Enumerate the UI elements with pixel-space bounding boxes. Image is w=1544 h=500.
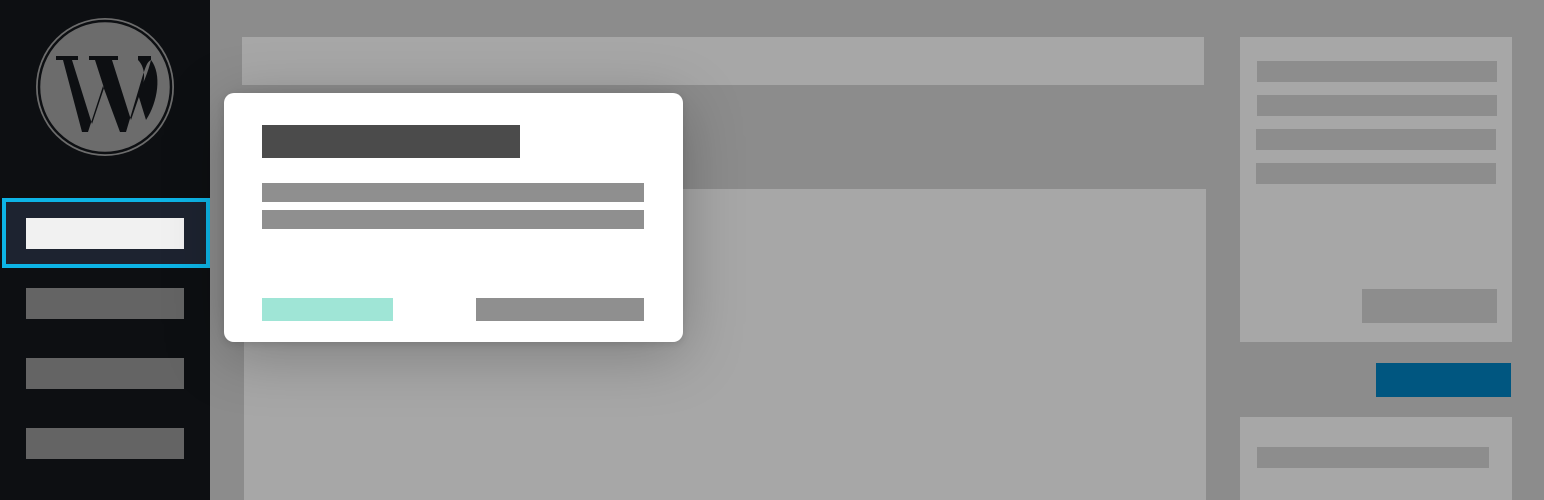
sidebar-item-3[interactable]: [26, 358, 184, 389]
modal-secondary-button[interactable]: [476, 298, 644, 321]
modal-primary-button[interactable]: [262, 298, 393, 321]
sidebar-item-1[interactable]: [26, 218, 184, 249]
modal-title: [262, 125, 520, 158]
modal-body-line: [262, 210, 644, 229]
editor-title-bar[interactable]: [242, 37, 1204, 85]
modal-body-line: [262, 183, 644, 202]
sidebar-item-4[interactable]: [26, 428, 184, 459]
settings-line: [1257, 61, 1497, 82]
settings-line: [1257, 95, 1497, 116]
sidebar-item-2[interactable]: [26, 288, 184, 319]
settings-panel: [1240, 37, 1512, 342]
modal-dialog: [224, 93, 683, 342]
wordpress-logo-icon[interactable]: [34, 16, 176, 158]
admin-sidebar: [0, 0, 210, 500]
settings-line: [1256, 163, 1496, 184]
settings-panel-lower: [1240, 417, 1512, 500]
settings-line: [1257, 447, 1489, 468]
publish-button[interactable]: [1376, 363, 1511, 397]
settings-button[interactable]: [1362, 289, 1497, 323]
settings-line: [1256, 129, 1496, 150]
